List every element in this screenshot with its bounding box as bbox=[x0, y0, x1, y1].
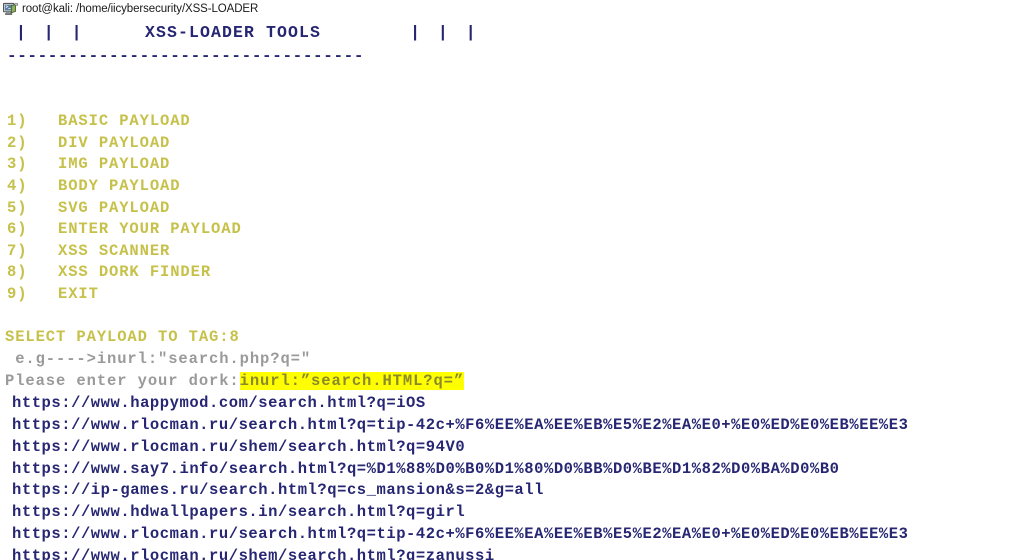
result-url-2[interactable]: https://www.rlocman.ru/search.html?q=tip… bbox=[0, 415, 1024, 437]
menu-item-5[interactable]: 5) SVG PAYLOAD bbox=[0, 198, 1024, 220]
dork-input-line[interactable]: Please enter your dork:inurl:”search.HTM… bbox=[0, 371, 1024, 393]
menu-item-4-label: BODY PAYLOAD bbox=[58, 176, 181, 195]
result-url-5[interactable]: https://ip-games.ru/search.html?q=cs_man… bbox=[0, 480, 1024, 502]
spacer-after-banner bbox=[0, 68, 1024, 90]
menu-item-6-label: ENTER YOUR PAYLOAD bbox=[58, 220, 242, 239]
banner-title: XSS-LOADER TOOLS bbox=[144, 23, 321, 42]
banner-header: | | | XSS-LOADER TOOLS | | | bbox=[0, 22, 1024, 46]
menu-item-1[interactable]: 1) BASIC PAYLOAD bbox=[0, 111, 1024, 133]
result-url-3[interactable]: https://www.rlocman.ru/shem/search.html?… bbox=[0, 437, 1024, 459]
result-url-7[interactable]: https://www.rlocman.ru/search.html?q=tip… bbox=[0, 524, 1024, 546]
menu-item-9-label: EXIT bbox=[58, 284, 99, 303]
dork-input-value[interactable]: inurl:”search.HTML?q=” bbox=[239, 372, 465, 391]
menu-item-7-label: XSS SCANNER bbox=[58, 241, 171, 260]
menu-item-4-number: 4) bbox=[7, 176, 28, 195]
terminal-output[interactable]: | | | XSS-LOADER TOOLS | | | -----------… bbox=[0, 18, 1024, 560]
banner-rule: ----------------------------------- bbox=[7, 47, 365, 65]
menu-item-1-label: BASIC PAYLOAD bbox=[58, 112, 191, 131]
dork-input-label: Please enter your dork: bbox=[5, 372, 240, 391]
menu-item-3-number: 3) bbox=[7, 155, 28, 174]
menu-item-8[interactable]: 8) XSS DORK FINDER bbox=[0, 262, 1024, 284]
menu-item-9[interactable]: 9) EXIT bbox=[0, 284, 1024, 306]
result-url-6[interactable]: https://www.hdwallpapers.in/search.html?… bbox=[0, 502, 1024, 524]
menu-item-3[interactable]: 3) IMG PAYLOAD bbox=[0, 154, 1024, 176]
menu-item-3-label: IMG PAYLOAD bbox=[58, 155, 171, 174]
select-payload-value: 8 bbox=[229, 328, 240, 347]
menu-item-5-label: SVG PAYLOAD bbox=[58, 198, 171, 217]
terminal-window-icon bbox=[3, 2, 18, 15]
banner-right-bars: | | | bbox=[410, 23, 480, 42]
menu-item-6-number: 6) bbox=[7, 220, 28, 239]
select-payload-label: SELECT PAYLOAD TO TAG: bbox=[5, 328, 230, 347]
spacer-after-menu bbox=[0, 306, 1024, 328]
window-title-text: root@kali: /home/iicybersecurity/XSS-LOA… bbox=[22, 3, 259, 15]
menu-item-2[interactable]: 2) DIV PAYLOAD bbox=[0, 133, 1024, 155]
result-url-4[interactable]: https://www.say7.info/search.html?q=%D1%… bbox=[0, 459, 1024, 481]
result-url-8[interactable]: https://www.rlocman.ru/shem/search.html?… bbox=[0, 546, 1024, 560]
menu-item-9-number: 9) bbox=[7, 284, 28, 303]
menu-item-8-label: XSS DORK FINDER bbox=[58, 263, 212, 282]
menu-item-2-label: DIV PAYLOAD bbox=[58, 133, 171, 152]
dork-example-hint: e.g---->inurl:"search.php?q=" bbox=[5, 350, 312, 369]
result-url-1[interactable]: https://www.happymod.com/search.html?q=i… bbox=[0, 393, 1024, 415]
menu-item-1-number: 1) bbox=[7, 112, 28, 131]
spacer-before-menu bbox=[0, 90, 1024, 112]
menu-item-2-number: 2) bbox=[7, 133, 28, 152]
window-titlebar: root@kali: /home/iicybersecurity/XSS-LOA… bbox=[0, 0, 1024, 18]
menu-item-4[interactable]: 4) BODY PAYLOAD bbox=[0, 176, 1024, 198]
menu-item-7[interactable]: 7) XSS SCANNER bbox=[0, 241, 1024, 263]
menu-item-5-number: 5) bbox=[7, 198, 28, 217]
select-payload-line: SELECT PAYLOAD TO TAG:8 bbox=[0, 327, 1024, 349]
menu-item-7-number: 7) bbox=[7, 241, 28, 260]
menu-item-6[interactable]: 6) ENTER YOUR PAYLOAD bbox=[0, 219, 1024, 241]
menu-item-8-number: 8) bbox=[7, 263, 28, 282]
banner-left-bars: | | | bbox=[16, 23, 86, 42]
